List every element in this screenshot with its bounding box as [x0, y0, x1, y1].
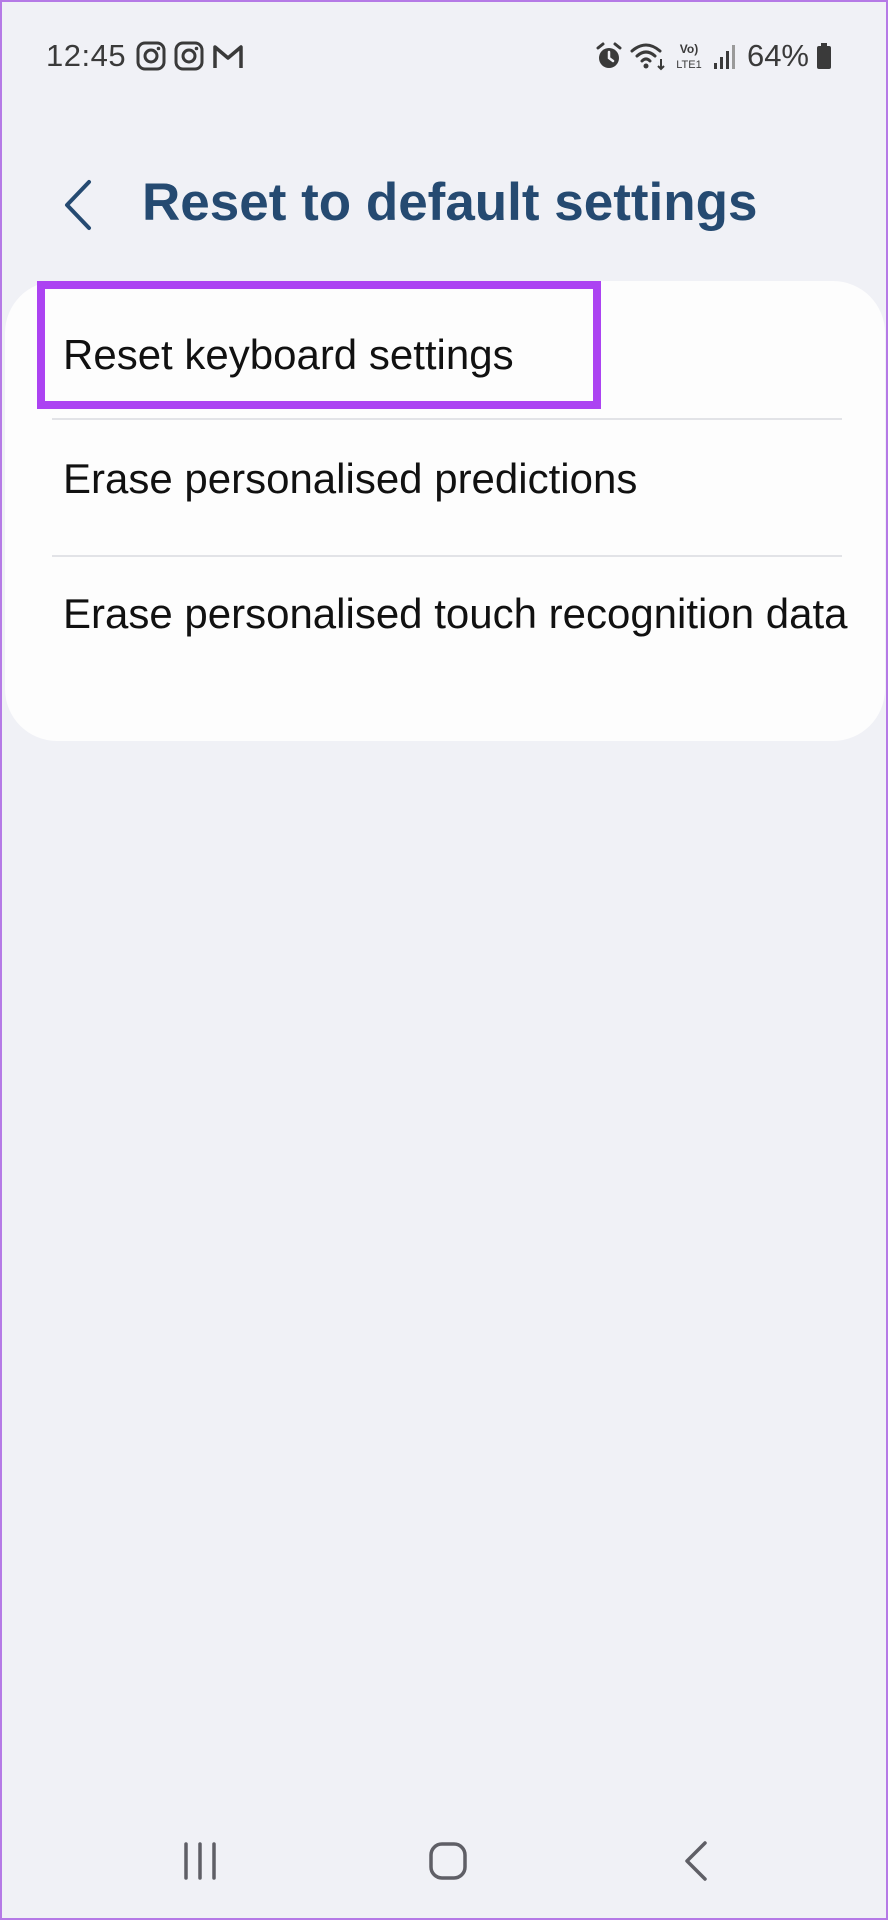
notification-icons [136, 41, 244, 71]
svg-text:Vo): Vo) [680, 42, 698, 56]
home-icon [429, 1842, 467, 1880]
settings-card: Reset keyboard settings Erase personalis… [5, 281, 885, 741]
battery-percent: 64% [746, 38, 809, 73]
chevron-left-icon [65, 180, 91, 230]
status-bar: 12:45 Vo) LTE1 64% [2, 2, 886, 112]
erase-touch-recognition-item[interactable]: Erase personalised touch recognition dat… [5, 557, 885, 741]
alarm-icon [595, 41, 623, 71]
erase-predictions-item[interactable]: Erase personalised predictions [5, 420, 885, 555]
reset-keyboard-settings-item[interactable]: Reset keyboard settings [5, 281, 885, 418]
volte-lte-icon: Vo) LTE1 [673, 40, 705, 72]
signal-icon [712, 41, 736, 71]
header: Reset to default settings [2, 152, 886, 262]
wifi-icon [630, 41, 666, 71]
home-button[interactable] [408, 1802, 488, 1920]
battery-icon [816, 41, 832, 71]
status-time: 12:45 [46, 38, 127, 73]
instagram-icon [136, 41, 166, 71]
item-label: Reset keyboard settings [63, 331, 514, 378]
navigation-bar [2, 1802, 886, 1920]
back-icon [685, 1841, 707, 1881]
back-button[interactable] [48, 170, 108, 240]
system-status-icons: Vo) LTE1 64% [595, 38, 832, 74]
item-label: Erase personalised touch recognition dat… [63, 590, 848, 637]
page-title: Reset to default settings [142, 173, 758, 232]
nav-back-button[interactable] [656, 1802, 736, 1920]
recents-icon [184, 1842, 216, 1880]
gmail-icon [212, 41, 244, 71]
item-label: Erase personalised predictions [63, 455, 638, 502]
instagram-icon [174, 41, 204, 71]
svg-text:LTE1: LTE1 [676, 59, 701, 71]
recents-button[interactable] [160, 1802, 240, 1920]
